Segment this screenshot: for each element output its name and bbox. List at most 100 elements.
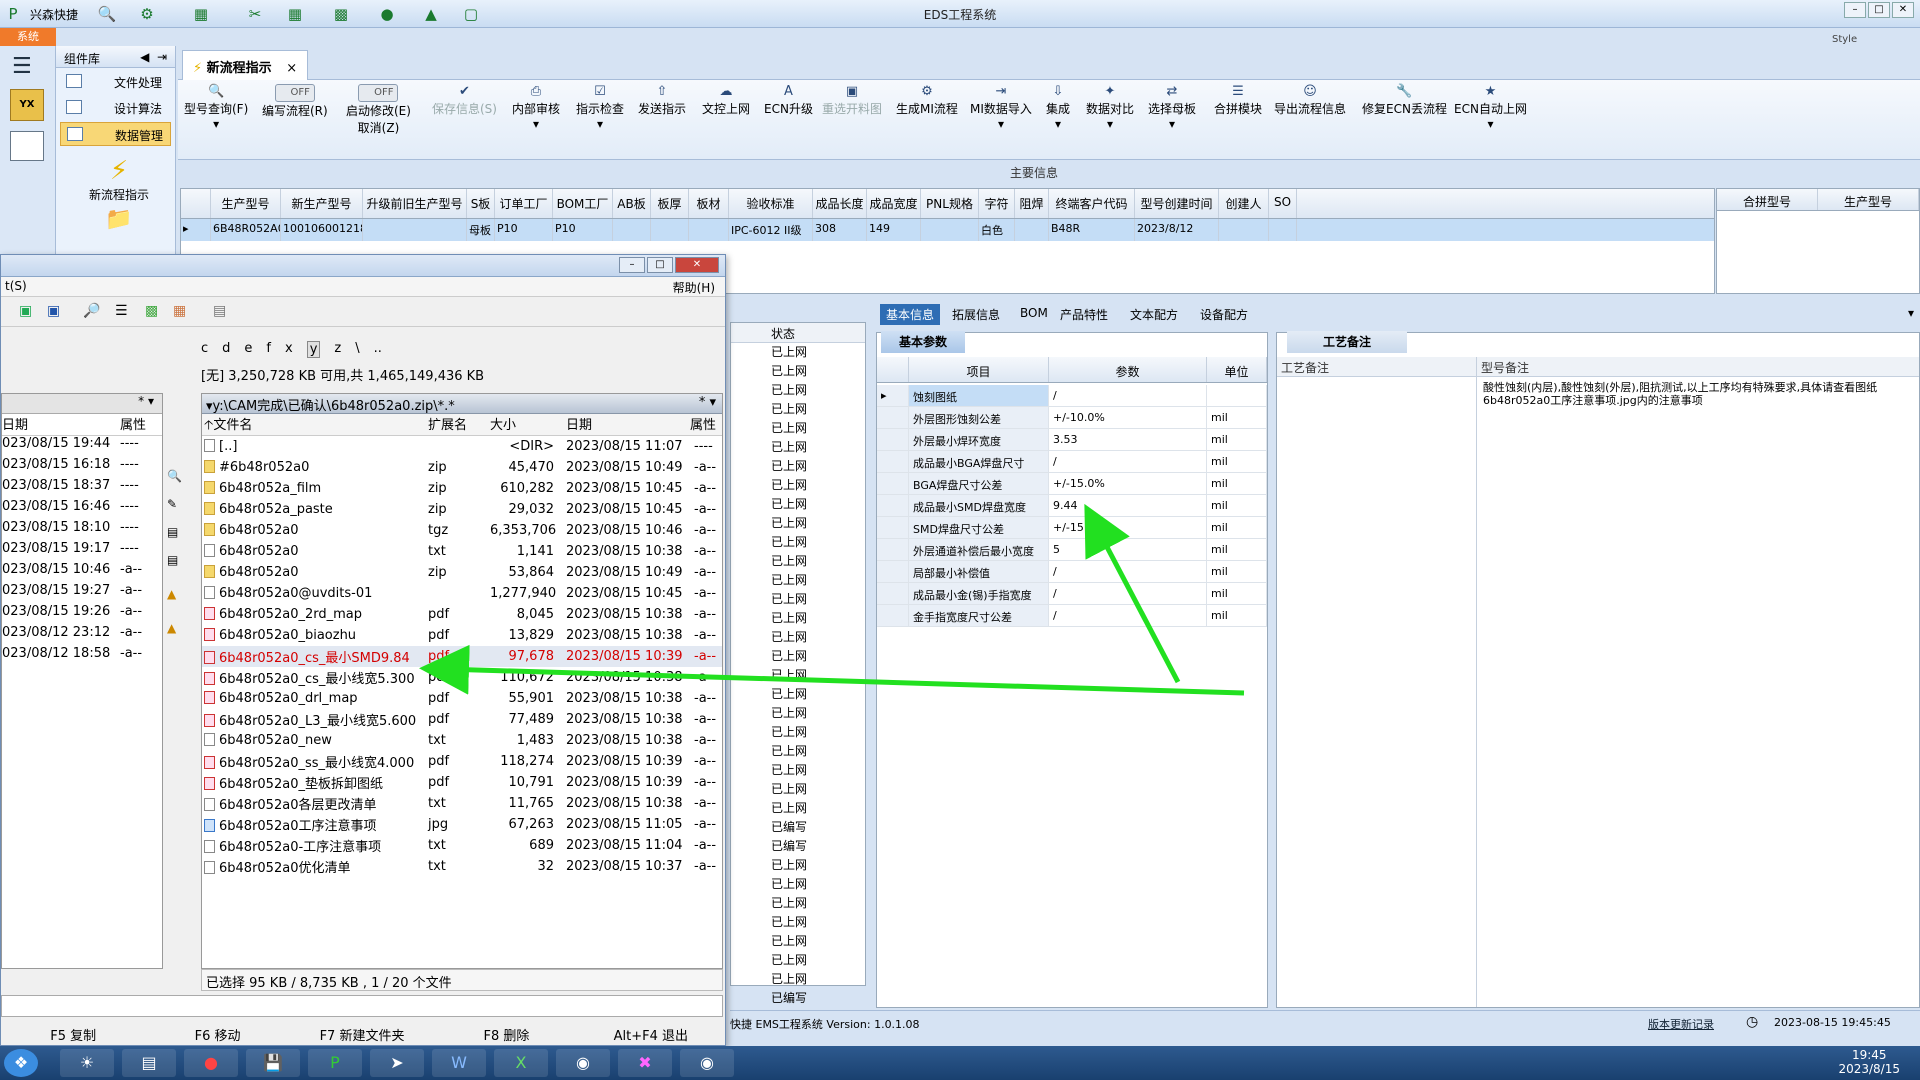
model-notes-text[interactable]: 酸性蚀刻(内层),酸性蚀刻(外层),阻抗测试,以上工序均有特殊要求,具体请查看图… [1477,377,1919,411]
grid-column-header[interactable]: 成品宽度 [867,189,921,218]
close-button[interactable]: ✕ [1892,2,1914,18]
grid-cell[interactable]: B48R [1049,219,1135,241]
export-flow-button[interactable]: ☺ 导出流程信息 [1274,84,1346,117]
list-item[interactable]: 023/08/15 19:44 ---- [2,436,162,457]
view-list-icon[interactable]: ☰ [115,303,128,319]
grid-cell[interactable] [1015,219,1049,241]
file-row[interactable]: #6b48r052a0 zip 45,470 2023/08/15 10:49 -a-- [202,457,722,478]
column-date[interactable]: 日期 [2,414,114,435]
copy-icon[interactable]: ▤ [167,525,195,539]
file-row[interactable]: 6b48r052a_film zip 610,282 2023/08/15 10:45… [202,478,722,499]
grid-column-header[interactable]: 升级前旧生产型号 [363,189,467,218]
menu-item-help[interactable]: 帮助(H) [673,279,715,296]
column-size[interactable]: 大小 [490,414,554,435]
grid-column-header[interactable]: 新生产型号 [281,189,363,218]
drive-button[interactable]: d [222,341,230,358]
column-attr[interactable]: 属性 [690,414,716,435]
style-label[interactable]: Style [1832,34,1857,45]
ecn-auto-online-button[interactable]: ★ ECN自动上网 ▾ [1454,84,1527,131]
minimize-button[interactable]: – [1844,2,1866,18]
fm-maximize-button[interactable]: □ [647,257,673,273]
start-edit-toggle[interactable]: OFF 启动修改(E) 取消(Z) [346,84,411,136]
param-row[interactable]: SMD焊盘尺寸公差 +/-15.0 mil [877,517,1267,539]
list-item[interactable]: 023/08/12 18:58 -a-- [2,646,162,667]
file-row[interactable]: 6b48r052a0_cs_最小线宽5.300 pdf 110,672 2023/08… [202,667,722,688]
grid-column-header[interactable]: 验收标准 [729,189,813,218]
param-row[interactable]: ▸ 蚀刻图纸 / [877,385,1267,407]
find-icon[interactable]: 🔎 [83,303,100,319]
comp-item-data[interactable]: 数据管理 [60,122,171,146]
merge-module-button[interactable]: ☰ 合拼模块 [1214,84,1262,117]
grid-cell[interactable]: 白色 [979,219,1015,241]
grid-column-header[interactable]: 型号创建时间 [1135,189,1219,218]
tree-icon[interactable]: ▩ [145,303,158,319]
drive-button[interactable]: .. [374,341,382,358]
param-row[interactable]: 成品最小金(锡)手指宽度 / mil [877,583,1267,605]
calculator-icon[interactable] [10,131,44,161]
list-item[interactable]: 023/08/15 18:10 ---- [2,520,162,541]
param-row[interactable]: 成品最小SMD焊盘宽度 9.44 mil [877,495,1267,517]
search-icon[interactable]: 🔍 [167,469,195,483]
x-app-icon[interactable]: ✖ [618,1049,672,1077]
dropdown-icon[interactable]: ▾ [533,117,539,131]
param-value[interactable]: / [1049,583,1207,604]
dropdown-icon[interactable]: ▾ [998,117,1004,131]
tab-bom[interactable]: BOM [1020,306,1048,320]
generate-mi-flow-button[interactable]: ⚙ 生成MI流程 [896,84,958,117]
version-log-link[interactable]: 版本更新记录 [1648,1016,1714,1032]
yx-logo-icon[interactable]: YX [10,89,44,121]
file-row[interactable]: 6b48r052a0工序注意事项 jpg 67,263 2023/08/15 11:0… [202,814,722,835]
data-compare-button[interactable]: ✦ 数据对比 ▾ [1086,84,1134,131]
param-value[interactable]: +/-10.0% [1049,407,1207,428]
integrate-button[interactable]: ⇩ 集成 ▾ [1046,84,1070,131]
param-row[interactable]: 成品最小BGA焊盘尺寸 / mil [877,451,1267,473]
save-app-icon[interactable]: 💾 [246,1049,300,1077]
drive-button[interactable]: y [306,341,321,358]
param-row[interactable]: 金手指宽度尺寸公差 / mil [877,605,1267,627]
reselect-cutting-button[interactable]: ▣ 重选开料图 [822,84,882,117]
grid-cell[interactable]: 母板 [467,219,495,241]
red-app-icon[interactable]: ● [184,1049,238,1077]
param-value[interactable]: / [1049,605,1207,626]
list-item[interactable]: 023/08/15 19:27 -a-- [2,583,162,604]
param-row[interactable]: 外层图形蚀刻公差 +/-10.0% mil [877,407,1267,429]
list-item[interactable]: 023/08/15 16:46 ---- [2,499,162,520]
menu-item-start[interactable]: t(S) [5,279,27,293]
grid-column-header[interactable]: 订单工厂 [495,189,553,218]
dropdown-icon[interactable]: ▾ [213,117,219,131]
param-row[interactable]: 外层最小焊环宽度 3.53 mil [877,429,1267,451]
file-row[interactable]: 6b48r052a0_2rd_map pdf 8,045 2023/08/15 10:… [202,604,722,625]
grid-cell[interactable]: 6B48R052A0 [211,219,281,241]
drive-button[interactable]: \ [355,341,359,358]
list-item[interactable]: 023/08/15 16:18 ---- [2,457,162,478]
grid-cell[interactable] [1219,219,1269,241]
param-value[interactable]: / [1049,385,1207,406]
column-production-model[interactable]: 生产型号 [1818,189,1919,210]
tab-new-flow[interactable]: ⚡ 新流程指示 × [182,50,309,80]
file-row[interactable]: 6b48r052a0_cs_最小SMD9.84 pdf 97,678 2023/08/… [202,646,722,667]
drive-button[interactable]: z [334,341,341,358]
grid-cell[interactable]: 2023/8/12 [1135,219,1219,241]
file-row[interactable]: 6b48r052a0_drl_map pdf 55,901 2023/08/15 10… [202,688,722,709]
right-file-pane[interactable]: ▾y:\CAM完成\已确认\6b48r052a0.zip\*.* * ▾ 🡡文件… [201,393,723,969]
column-ext[interactable]: 扩展名 [428,414,490,435]
notes-app-icon[interactable]: ▤ [122,1049,176,1077]
file-manager-titlebar[interactable]: – □ ✕ [1,255,725,277]
param-row[interactable]: 外层通道补偿后最小宽度 5 mil [877,539,1267,561]
column-merge-model[interactable]: 合拼型号 [1717,189,1818,210]
mi-data-import-button[interactable]: ⇥ MI数据导入 ▾ [970,84,1032,131]
grid-cell[interactable] [921,219,979,241]
tab-product-features[interactable]: 产品特性 [1060,306,1108,323]
grid-cell[interactable]: 149 [867,219,921,241]
collapse-icon[interactable]: ◀ [140,50,149,64]
chevron-down-icon[interactable]: ▾ [1908,306,1914,320]
grid-column-header[interactable]: 生产型号 [211,189,281,218]
grid-cell[interactable] [1269,219,1297,241]
param-value[interactable]: / [1049,561,1207,582]
eye-app-icon[interactable]: ◉ [556,1049,610,1077]
excel-app-icon[interactable]: X [494,1049,548,1077]
drive-button[interactable]: x [285,341,293,358]
column-date[interactable]: 日期 [554,414,690,435]
tab-craft-notes[interactable]: 工艺备注 [1287,331,1407,353]
check-instruction-button[interactable]: ☑ 指示检查 ▾ [576,84,624,131]
